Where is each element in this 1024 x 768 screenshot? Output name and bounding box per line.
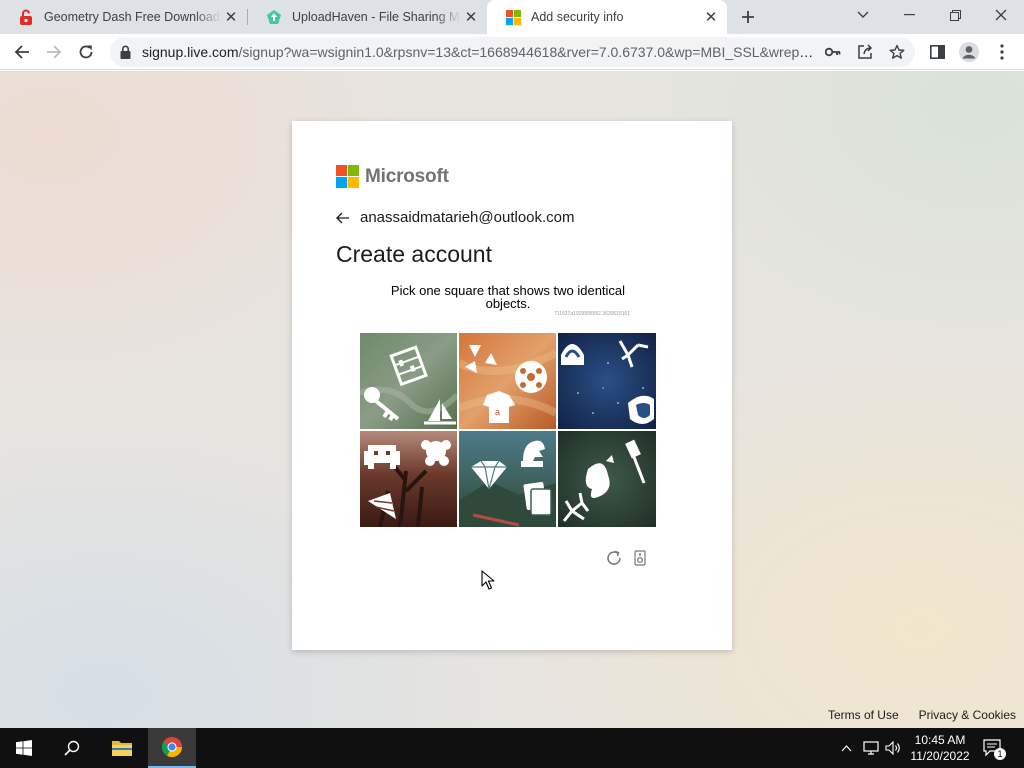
- close-tab-icon[interactable]: ✕: [461, 7, 481, 27]
- url-text[interactable]: signup.live.com/signup?wa=wsignin1.0&rps…: [142, 44, 814, 60]
- uploadhaven-favicon-icon: [266, 9, 282, 25]
- close-tab-icon[interactable]: ✕: [701, 7, 721, 27]
- refresh-captcha-icon[interactable]: [604, 548, 624, 568]
- key-icon[interactable]: [824, 43, 842, 61]
- tab-title: Add security info: [531, 10, 624, 24]
- volume-icon[interactable]: [884, 739, 902, 757]
- browser-toolbar: signup.live.com/signup?wa=wsignin1.0&rps…: [0, 34, 1024, 70]
- restore-button[interactable]: [932, 0, 978, 30]
- notification-center-icon[interactable]: 1: [982, 739, 1006, 760]
- notification-count-badge: 1: [994, 748, 1006, 760]
- lock-icon[interactable]: [120, 45, 131, 64]
- captcha-prompt: Pick one square that shows two identical…: [390, 283, 626, 311]
- new-tab-button[interactable]: [735, 5, 761, 29]
- red-lock-favicon-icon: [18, 9, 34, 25]
- radiation-soccer-shirt-icon: a: [459, 333, 556, 429]
- signup-page-background: Microsoft anassaidmatarieh@outlook.com C…: [0, 71, 1024, 728]
- microsoft-wordmark: Microsoft: [365, 165, 449, 187]
- signup-card: Microsoft anassaidmatarieh@outlook.com C…: [292, 121, 732, 650]
- search-icon: [64, 740, 80, 756]
- diamond-knight-cards-icon: [459, 431, 556, 527]
- identity-banner: anassaidmatarieh@outlook.com: [336, 209, 575, 226]
- microsoft-favicon-icon: [505, 9, 521, 25]
- tab-add-security-info[interactable]: Add security info ✕: [487, 0, 727, 34]
- captcha-tile-6[interactable]: [558, 431, 656, 527]
- tab-title: Geometry Dash Free Download (: [44, 10, 221, 24]
- audio-captcha-icon[interactable]: [630, 548, 650, 568]
- svg-text:a: a: [495, 407, 500, 417]
- share-icon[interactable]: [856, 43, 874, 61]
- microsoft-logo: Microsoft: [336, 165, 449, 188]
- captcha-grid: a: [360, 333, 656, 529]
- invader-flower-shell-icon: [360, 431, 457, 527]
- folder-icon: [112, 741, 132, 756]
- network-icon[interactable]: [862, 739, 880, 757]
- bookmark-star-icon[interactable]: [888, 43, 906, 61]
- back-button[interactable]: [7, 37, 37, 67]
- back-arrow-icon[interactable]: [336, 212, 360, 224]
- tab-uploadhaven[interactable]: UploadHaven - File Sharing Mad ✕: [248, 0, 487, 34]
- system-clock[interactable]: 10:45 AM 11/20/2022: [904, 732, 976, 764]
- terms-of-use-link[interactable]: Terms of Use: [828, 708, 899, 722]
- close-tab-icon[interactable]: ✕: [221, 7, 241, 27]
- browser-tab-strip: Geometry Dash Free Download ( ✕ UploadHa…: [0, 0, 1024, 34]
- search-button[interactable]: [48, 728, 96, 768]
- privacy-cookies-link[interactable]: Privacy & Cookies: [919, 708, 1016, 722]
- chrome-icon: [161, 737, 183, 758]
- captcha-session-id: 711637a1929995552.3630615101: [554, 311, 631, 317]
- captcha-tile-2[interactable]: a: [459, 333, 556, 429]
- reload-button[interactable]: [71, 37, 101, 67]
- key-abacus-sailboat-icon: [360, 333, 457, 429]
- clock-time: 10:45 AM: [914, 733, 966, 747]
- page-footer: Terms of Use Privacy & Cookies: [828, 708, 1016, 722]
- captcha-tile-5[interactable]: [459, 431, 556, 527]
- captcha-tile-1[interactable]: [360, 333, 457, 429]
- url-path: /signup?wa=wsignin1.0&rpsnv=13&ct=166894…: [238, 44, 815, 60]
- chevron-up-icon[interactable]: [838, 739, 854, 757]
- captcha-tile-3[interactable]: [558, 333, 656, 429]
- clock-date: 11/20/2022: [910, 749, 970, 763]
- account-email: anassaidmatarieh@outlook.com: [360, 209, 575, 226]
- start-button[interactable]: [0, 728, 48, 768]
- squirrel-shovel-tree-icon: [558, 431, 656, 527]
- profile-avatar-icon[interactable]: [957, 40, 981, 64]
- file-explorer-button[interactable]: [98, 728, 146, 768]
- forward-button[interactable]: [39, 37, 69, 67]
- tab-geometry-dash[interactable]: Geometry Dash Free Download ( ✕: [0, 0, 247, 34]
- chrome-menu-icon[interactable]: [990, 40, 1014, 64]
- windows-taskbar: 10:45 AM 11/20/2022 1: [0, 728, 1024, 768]
- helmet-shield-tree-icon: [558, 333, 656, 429]
- microsoft-squares-icon: [336, 165, 359, 188]
- windows-logo-icon: [16, 740, 32, 756]
- tab-title: UploadHaven - File Sharing Mad: [292, 10, 461, 24]
- url-host: signup.live.com: [142, 44, 239, 60]
- address-bar[interactable]: signup.live.com/signup?wa=wsignin1.0&rps…: [110, 37, 915, 67]
- minimize-button[interactable]: [886, 0, 932, 30]
- tab-search-icon[interactable]: [840, 0, 886, 30]
- mouse-cursor-icon: [481, 570, 495, 595]
- close-window-button[interactable]: [978, 0, 1024, 30]
- captcha-tile-4[interactable]: [360, 431, 457, 527]
- chrome-taskbar-button[interactable]: [148, 728, 196, 768]
- page-title: Create account: [336, 241, 492, 267]
- side-panel-icon[interactable]: [925, 40, 949, 64]
